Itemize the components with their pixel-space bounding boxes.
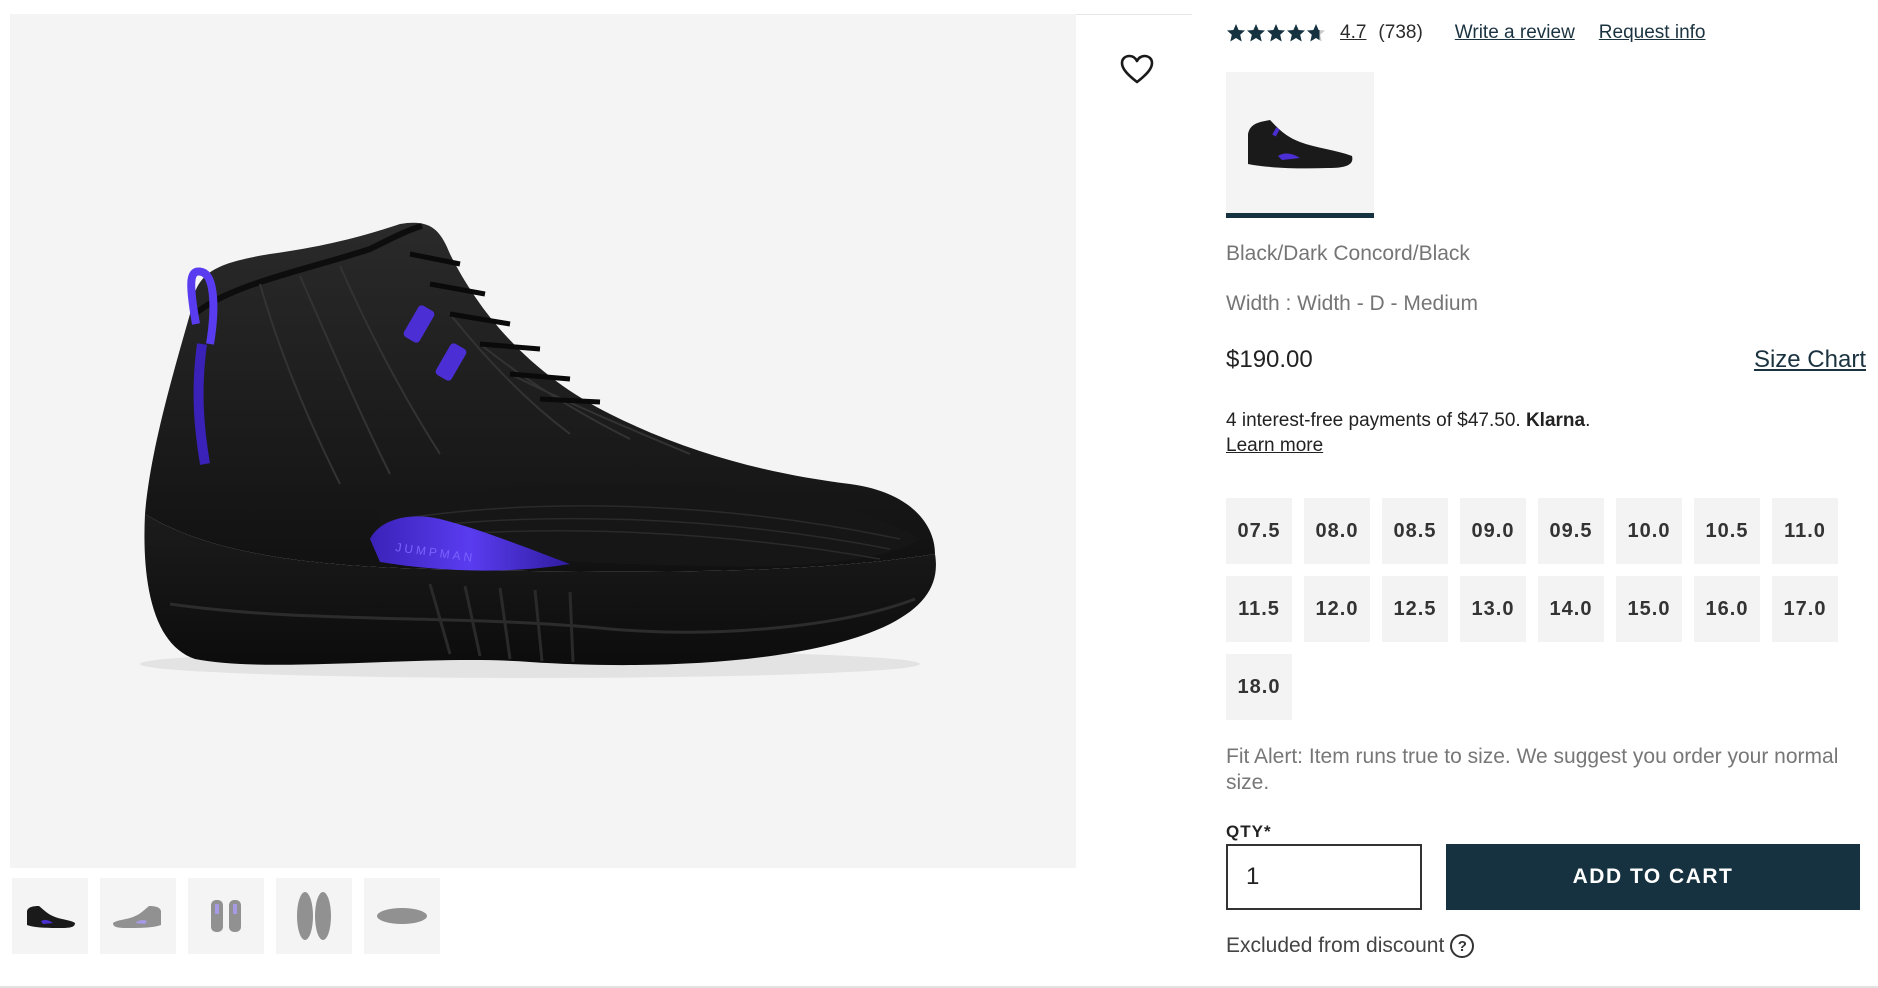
size-chart-link[interactable]: Size Chart (1754, 346, 1866, 374)
size-option[interactable]: 10.5 (1694, 498, 1760, 564)
learn-more-link[interactable]: Learn more (1226, 435, 1323, 456)
add-to-cart-button[interactable]: ADD TO CART (1446, 844, 1860, 910)
size-option[interactable]: 08.0 (1304, 498, 1370, 564)
thumbnail-medial-view[interactable] (100, 878, 176, 954)
star-icon (1227, 24, 1325, 42)
width-text: Width : Width - D - Medium (1226, 292, 1479, 315)
discount-exclusion-text: Excluded from discount (1226, 934, 1445, 957)
sneaker-illustration: JUMPMAN (140, 222, 936, 678)
star-rating (1226, 23, 1326, 43)
main-product-image[interactable]: JUMPMAN (10, 14, 1076, 868)
size-option[interactable]: 14.0 (1538, 576, 1604, 642)
sneaker-swatch-image (1248, 119, 1353, 168)
sneaker-thumbnail (27, 906, 75, 928)
gallery-top-divider (1076, 14, 1192, 15)
sneaker-thumbnail (113, 906, 161, 928)
thumbnail-top-view[interactable] (276, 878, 352, 954)
size-option[interactable]: 11.5 (1226, 576, 1292, 642)
size-option[interactable]: 08.5 (1382, 498, 1448, 564)
size-option[interactable]: 18.0 (1226, 654, 1292, 720)
fit-alert: Fit Alert: Item runs true to size. We su… (1226, 745, 1839, 794)
write-review-link[interactable]: Write a review (1455, 22, 1575, 44)
size-option[interactable]: 09.0 (1460, 498, 1526, 564)
qty-input[interactable] (1226, 844, 1422, 910)
size-option[interactable]: 11.0 (1772, 498, 1838, 564)
thumbnail-strip (12, 878, 440, 954)
qty-label: QTY* (1226, 822, 1272, 841)
thumbnail-side-view[interactable] (12, 878, 88, 954)
rating-value[interactable]: 4.7 (1340, 22, 1366, 44)
thumbnail-rear-view[interactable] (188, 878, 264, 954)
heart-outline-icon (1120, 54, 1154, 84)
size-option[interactable]: 07.5 (1226, 498, 1292, 564)
rating-row: 4.7 (738) Write a review Request info (1226, 22, 1705, 44)
size-option[interactable]: 13.0 (1460, 576, 1526, 642)
size-option[interactable]: 12.0 (1304, 576, 1370, 642)
wishlist-button[interactable] (1116, 48, 1158, 90)
price: $190.00 (1226, 346, 1313, 373)
color-swatch-selected[interactable] (1226, 72, 1374, 218)
size-option[interactable]: 09.5 (1538, 498, 1604, 564)
thumbnail-sole-view[interactable] (364, 878, 440, 954)
review-count: (738) (1378, 22, 1423, 43)
size-option[interactable]: 16.0 (1694, 576, 1760, 642)
sneaker-thumbnail (211, 900, 241, 932)
request-info-link[interactable]: Request info (1599, 22, 1706, 44)
colorway-text: Black/Dark Concord/Black (1226, 242, 1470, 265)
sneaker-thumbnail (377, 908, 427, 924)
klarna-text: 4 interest-free payments of $47.50. (1226, 410, 1521, 431)
klarna-period: . (1585, 410, 1591, 431)
size-option[interactable]: 12.5 (1382, 576, 1448, 642)
size-option[interactable]: 17.0 (1772, 576, 1838, 642)
size-option[interactable]: 10.0 (1616, 498, 1682, 564)
question-circle-icon[interactable]: ? (1450, 934, 1475, 958)
size-option[interactable]: 15.0 (1616, 576, 1682, 642)
discount-exclusion: Excluded from discount ? (1226, 934, 1475, 958)
klarna-logo: Klarna (1525, 410, 1586, 431)
klarna-message: 4 interest-free payments of $47.50. Klar… (1226, 408, 1590, 458)
sneaker-thumbnail (297, 892, 331, 940)
size-selector: 07.5 08.0 08.5 09.0 09.5 10.0 10.5 11.0 … (1226, 498, 1846, 720)
